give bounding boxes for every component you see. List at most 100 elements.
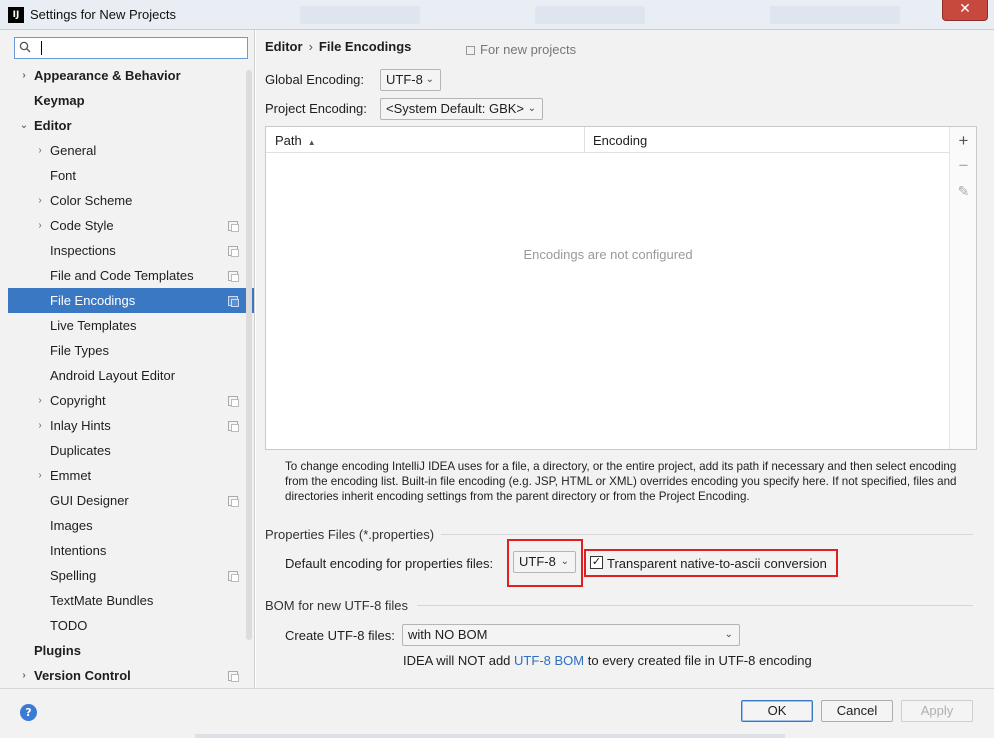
column-header-encoding[interactable]: Encoding: [593, 133, 647, 148]
column-path-label: Path: [275, 133, 302, 148]
sidebar-item-textmate-bundles[interactable]: TextMate Bundles: [8, 588, 254, 613]
chevron-right-icon[interactable]: ›: [34, 138, 46, 163]
sidebar-item-label: Duplicates: [50, 443, 111, 458]
sidebar-item-code-style[interactable]: › Code Style: [8, 213, 254, 238]
sidebar-item-android-layout-editor[interactable]: Android Layout Editor: [8, 363, 254, 388]
sidebar-item-file-types[interactable]: File Types: [8, 338, 254, 363]
sidebar-item-label: Inspections: [50, 243, 116, 258]
sidebar-item-file-encodings[interactable]: File Encodings: [8, 288, 254, 313]
chevron-right-icon[interactable]: ›: [34, 388, 46, 413]
chevron-down-icon: ⌄: [527, 103, 536, 114]
sidebar-item-label: Inlay Hints: [50, 418, 111, 433]
sidebar-item-inlay-hints[interactable]: › Inlay Hints: [8, 413, 254, 438]
global-encoding-select[interactable]: UTF-8 ⌄: [380, 69, 441, 91]
sidebar-item-label: Color Scheme: [50, 193, 133, 208]
chevron-right-icon[interactable]: ›: [18, 663, 30, 688]
for-new-projects-note: For new projects: [466, 42, 576, 57]
global-encoding-value: UTF-8: [386, 72, 423, 87]
settings-search-input[interactable]: [14, 37, 248, 59]
sidebar-item-color-scheme[interactable]: › Color Scheme: [8, 188, 254, 213]
sidebar-item-editor[interactable]: ⌄ Editor: [8, 113, 254, 138]
sidebar-item-spelling[interactable]: Spelling: [8, 563, 254, 588]
apply-button[interactable]: Apply: [901, 700, 973, 722]
sidebar-item-appearance-behavior[interactable]: › Appearance & Behavior: [8, 63, 254, 88]
settings-sidebar: › Appearance & Behavior Keymap ⌄ Editor › Gene…: [0, 30, 255, 688]
edit-icon[interactable]: ✎: [950, 179, 977, 203]
sidebar-item-label: GUI Designer: [50, 493, 129, 508]
sidebar-item-label: Code Style: [50, 218, 114, 233]
cancel-button[interactable]: Cancel: [821, 700, 893, 722]
project-encoding-select[interactable]: <System Default: GBK> ⌄: [380, 98, 543, 120]
sort-ascending-icon: ▲: [307, 138, 316, 147]
sidebar-item-label: Spelling: [50, 568, 97, 583]
create-utf8-label: Create UTF-8 files:: [285, 628, 395, 643]
sidebar-item-label: Plugins: [34, 643, 81, 658]
column-divider[interactable]: [584, 127, 585, 153]
sidebar-item-label: Keymap: [34, 93, 85, 108]
copy-icon: [228, 396, 239, 407]
chevron-right-icon[interactable]: ›: [34, 463, 46, 488]
background-window-tab: [535, 6, 645, 24]
chevron-right-icon[interactable]: ›: [18, 63, 30, 88]
column-header-path[interactable]: Path ▲: [275, 133, 316, 148]
transparent-conversion-label[interactable]: Transparent native-to-ascii conversion: [607, 556, 827, 571]
sidebar-item-todo[interactable]: TODO: [8, 613, 254, 638]
sidebar-item-inspections[interactable]: Inspections: [8, 238, 254, 263]
background-window-tab: [300, 6, 420, 24]
sidebar-scrollbar[interactable]: [246, 70, 252, 640]
sidebar-item-file-and-code-templates[interactable]: File and Code Templates: [8, 263, 254, 288]
sidebar-item-copyright[interactable]: › Copyright: [8, 388, 254, 413]
sidebar-item-emmet[interactable]: › Emmet: [8, 463, 254, 488]
sidebar-item-label: General: [50, 143, 97, 158]
bom-note-suffix: to every created file in UTF-8 encoding: [587, 653, 812, 668]
sidebar-item-label: TODO: [50, 618, 88, 633]
close-window-button[interactable]: ✕: [942, 0, 988, 21]
sidebar-item-intentions[interactable]: Intentions: [8, 538, 254, 563]
search-icon: [19, 41, 31, 53]
sidebar-item-label: TextMate Bundles: [50, 593, 154, 608]
sidebar-item-keymap[interactable]: Keymap: [8, 88, 254, 113]
sidebar-item-live-templates[interactable]: Live Templates: [8, 313, 254, 338]
section-divider: [417, 605, 973, 606]
bom-note-prefix: IDEA will NOT add: [403, 653, 511, 668]
create-utf8-value: with NO BOM: [408, 627, 488, 642]
sidebar-item-label: File and Code Templates: [50, 268, 194, 283]
background-window-tab: [770, 6, 900, 24]
sidebar-item-label: Font: [50, 168, 77, 183]
properties-encoding-select[interactable]: UTF-8 ⌄: [513, 551, 576, 573]
text-caret: [41, 41, 42, 55]
settings-content: Editor › File Encodings For new projects G…: [256, 30, 994, 688]
chevron-right-icon[interactable]: ›: [34, 413, 46, 438]
chevron-down-icon[interactable]: ⌄: [18, 113, 30, 138]
remove-icon[interactable]: −: [950, 154, 977, 178]
add-icon[interactable]: +: [950, 129, 977, 153]
sidebar-item-duplicates[interactable]: Duplicates: [8, 438, 254, 463]
copy-icon: [466, 46, 475, 55]
copy-icon: [228, 246, 239, 257]
sidebar-item-label: Appearance & Behavior: [34, 68, 181, 83]
sidebar-item-font[interactable]: Font: [8, 163, 254, 188]
breadcrumb-parent: Editor: [265, 39, 303, 54]
chevron-down-icon: ⌄: [724, 629, 733, 640]
chevron-right-icon[interactable]: ›: [34, 213, 46, 238]
create-utf8-select[interactable]: with NO BOM ⌄: [402, 624, 740, 646]
sidebar-item-general[interactable]: › General: [8, 138, 254, 163]
sidebar-item-images[interactable]: Images: [8, 513, 254, 538]
bom-section-title: BOM for new UTF-8 files: [265, 598, 409, 613]
ok-button[interactable]: OK: [741, 700, 813, 722]
sidebar-item-version-control[interactable]: › Version Control: [8, 663, 254, 688]
sidebar-item-label: File Encodings: [50, 293, 136, 308]
help-icon[interactable]: ?: [20, 704, 37, 721]
table-toolbar: + − ✎: [949, 127, 976, 449]
chevron-right-icon[interactable]: ›: [34, 188, 46, 213]
path-encoding-table: Path ▲ Encoding Encodings are not configu…: [265, 126, 977, 450]
copy-icon: [228, 571, 239, 582]
utf8-bom-link[interactable]: UTF-8 BOM: [514, 653, 584, 668]
copy-icon: [228, 271, 239, 282]
checkmark-icon: ✓: [591, 556, 602, 568]
section-divider: [441, 534, 973, 535]
transparent-conversion-checkbox[interactable]: ✓: [590, 556, 603, 569]
sidebar-item-label: Live Templates: [50, 318, 137, 333]
sidebar-item-plugins[interactable]: Plugins: [8, 638, 254, 663]
sidebar-item-gui-designer[interactable]: GUI Designer: [8, 488, 254, 513]
